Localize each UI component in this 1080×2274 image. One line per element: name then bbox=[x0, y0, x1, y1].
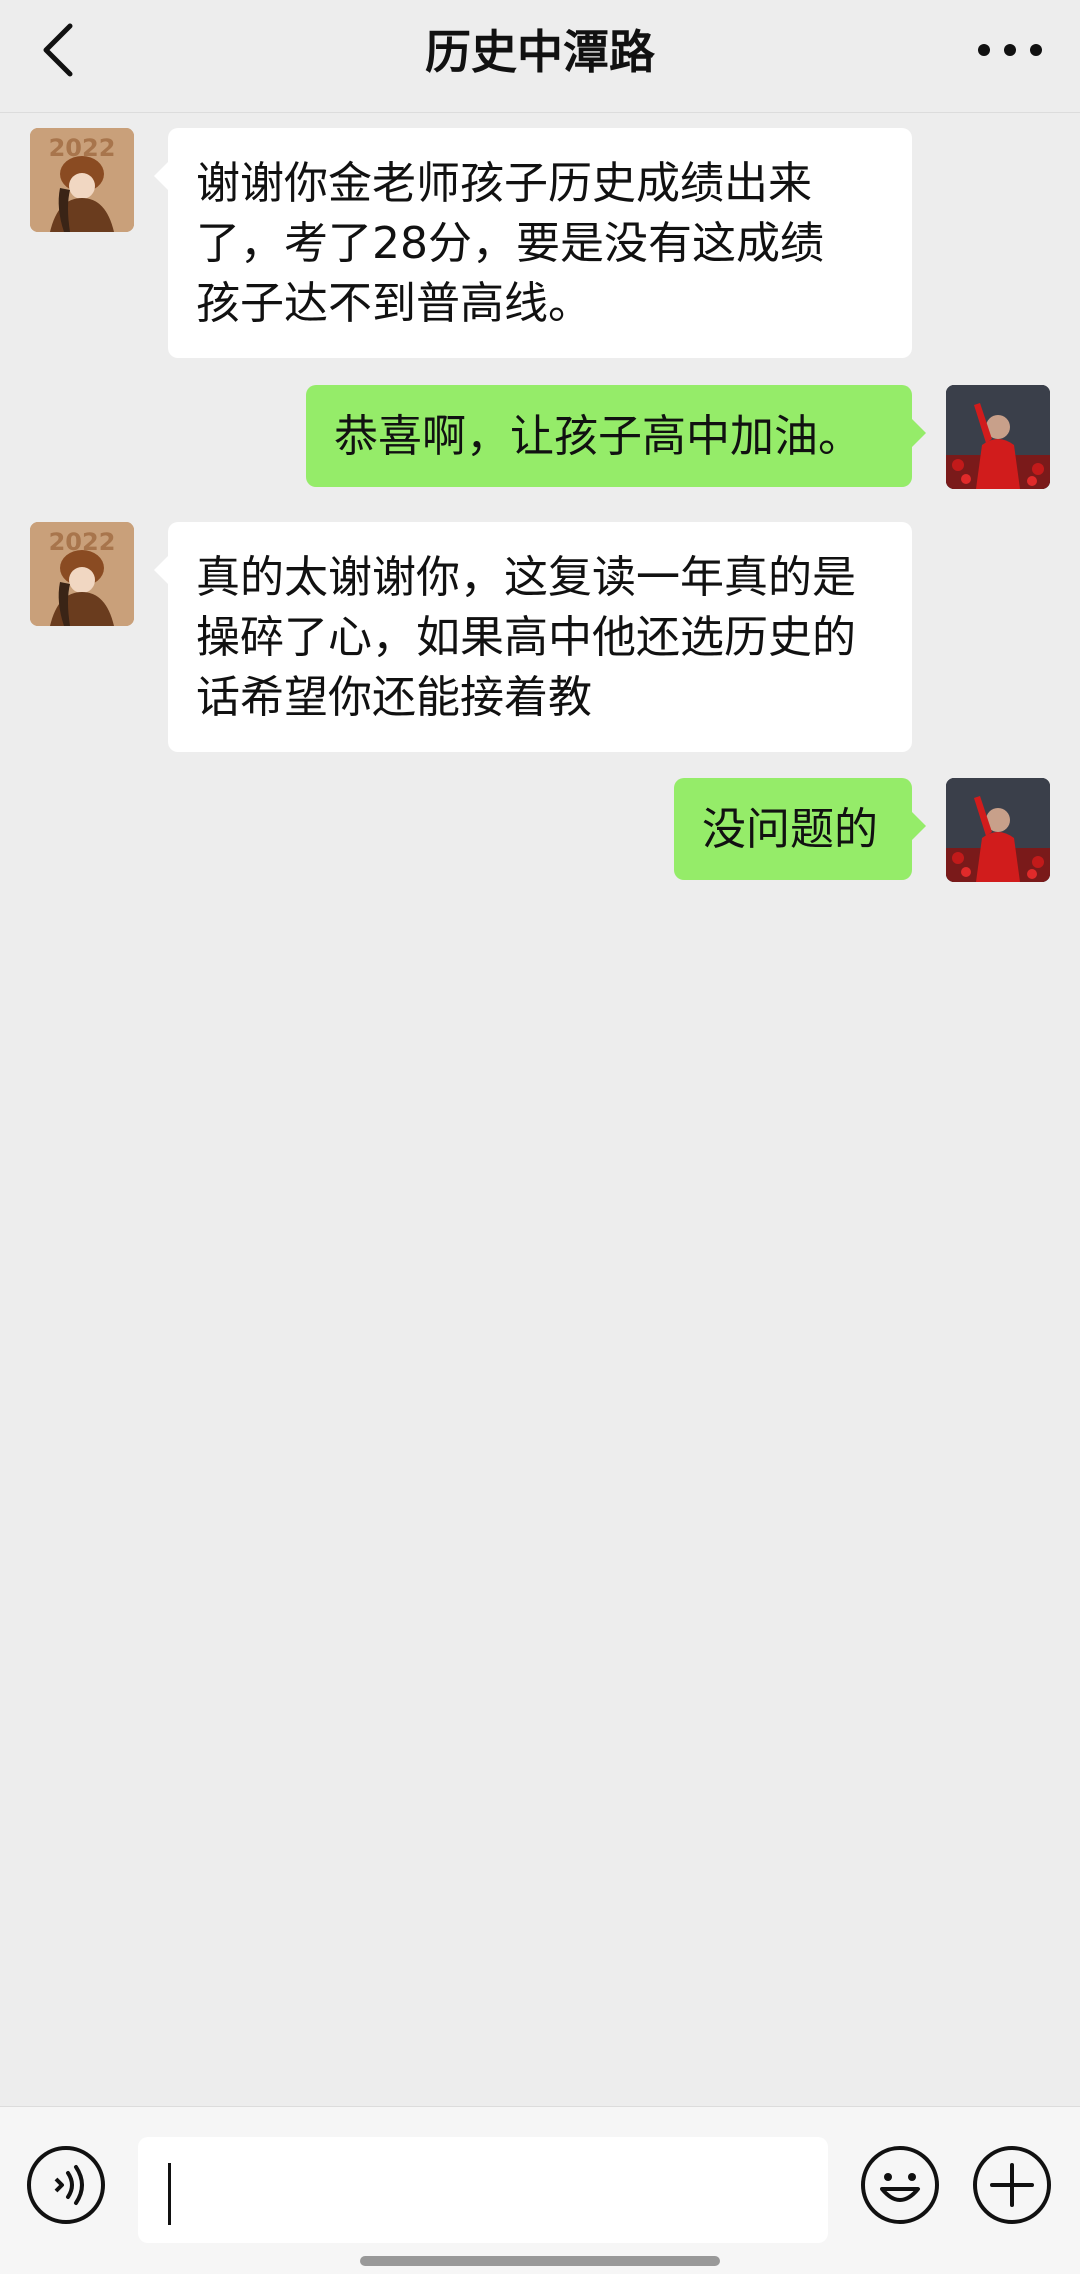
avatar-image bbox=[946, 778, 1050, 882]
message-bubble-received[interactable]: 真的太谢谢你，这复读一年真的是 操碎了心，如果高中他还选历史的 话希望你还能接着… bbox=[154, 522, 912, 752]
text-caret bbox=[168, 2163, 171, 2225]
plus-icon bbox=[973, 2146, 1051, 2224]
avatar-image bbox=[946, 385, 1050, 489]
message-bubble-received[interactable]: 谢谢你金老师孩子历史成绩出来 了，考了28分，要是没有这成绩 孩子达不到普高线。 bbox=[154, 128, 912, 358]
my-avatar[interactable] bbox=[946, 778, 1050, 882]
message-input[interactable] bbox=[138, 2137, 828, 2243]
input-bar bbox=[0, 2106, 1080, 2274]
message-bubble-sent[interactable]: 恭喜啊，让孩子高中加油。 bbox=[306, 385, 926, 487]
emoji-button[interactable] bbox=[860, 2145, 940, 2225]
home-indicator[interactable] bbox=[360, 2256, 720, 2266]
chat-title: 历史中潭路 bbox=[425, 25, 655, 79]
voice-icon bbox=[27, 2146, 105, 2224]
add-button[interactable] bbox=[972, 2145, 1052, 2225]
avatar-image: 2022 bbox=[30, 522, 134, 626]
chevron-left-icon bbox=[43, 23, 73, 77]
contact-avatar[interactable]: 2022 bbox=[30, 522, 134, 626]
message-bubble-sent[interactable]: 没问题的 bbox=[674, 778, 926, 880]
more-dots-icon bbox=[978, 44, 1042, 56]
avatar-image: 2022 bbox=[30, 128, 134, 232]
message-text: 没问题的 bbox=[702, 804, 878, 855]
message-text: 真的太谢谢你，这复读一年真的是 操碎了心，如果高中他还选历史的 话希望你还能接着… bbox=[196, 552, 856, 723]
top-navigation-bar: 历史中潭路 bbox=[0, 0, 1080, 113]
back-button[interactable] bbox=[30, 14, 90, 86]
voice-button[interactable] bbox=[26, 2145, 106, 2225]
more-button[interactable] bbox=[970, 20, 1050, 80]
message-text: 恭喜啊，让孩子高中加油。 bbox=[334, 411, 862, 462]
emoji-icon bbox=[861, 2146, 939, 2224]
contact-avatar[interactable]: 2022 bbox=[30, 128, 134, 232]
message-text: 谢谢你金老师孩子历史成绩出来 了，考了28分，要是没有这成绩 孩子达不到普高线。 bbox=[196, 158, 824, 329]
my-avatar[interactable] bbox=[946, 385, 1050, 489]
